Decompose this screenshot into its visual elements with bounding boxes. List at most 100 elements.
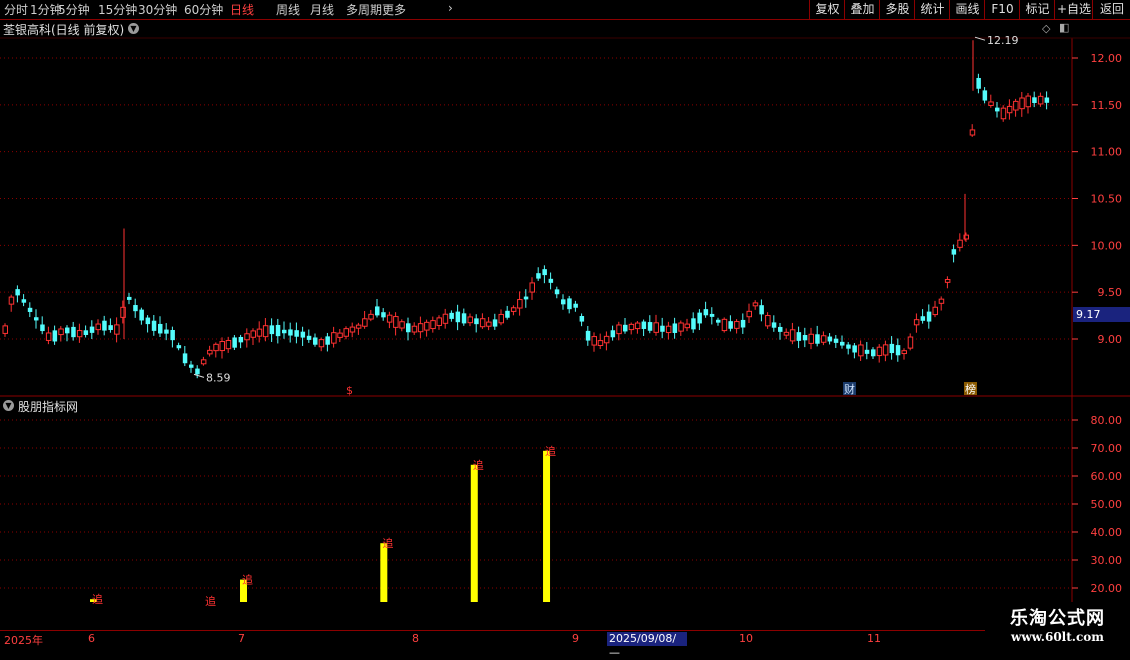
current-price-tag: 9.17 bbox=[1073, 307, 1130, 322]
candle-body-down bbox=[740, 319, 746, 328]
indicator-title: 股朋指标网 bbox=[18, 400, 79, 414]
candle-body-down bbox=[864, 349, 870, 354]
candle-body-up bbox=[337, 332, 343, 338]
candle-body-up bbox=[120, 306, 126, 318]
candle-body-up bbox=[424, 321, 430, 331]
price-axis-label: 9.50 bbox=[1098, 286, 1123, 299]
ranking-marker[interactable]: 榜 bbox=[965, 382, 976, 396]
diamond-icon[interactable]: ◇ bbox=[1042, 22, 1050, 35]
candle-body-down bbox=[406, 323, 411, 333]
indicator-axis-label: 40.00 bbox=[1091, 526, 1123, 539]
dividend-marker[interactable]: $ bbox=[346, 384, 353, 397]
candle-body-up bbox=[467, 316, 473, 324]
candle-body-up bbox=[486, 321, 492, 327]
candle-body-up bbox=[95, 323, 101, 331]
indicator-bar-label: 追 bbox=[92, 592, 103, 606]
candle-body-down bbox=[995, 107, 1000, 112]
candle-body-down bbox=[982, 90, 988, 101]
candle-body-up bbox=[944, 279, 951, 283]
candle-body-down bbox=[15, 289, 20, 296]
indicator-bar-label: 追 bbox=[382, 536, 393, 550]
candle-body-up bbox=[783, 331, 790, 336]
candle-body-up bbox=[876, 346, 883, 357]
indicator-bar-label: 追 bbox=[205, 594, 216, 608]
candle-body-down bbox=[27, 307, 33, 312]
candle-body-down bbox=[108, 325, 113, 330]
chevron-down-icon[interactable]: ▼ bbox=[3, 400, 14, 411]
candle-body-up bbox=[256, 328, 263, 337]
indicator-bar-label: 追 bbox=[242, 573, 253, 587]
indicator-bar bbox=[380, 543, 388, 602]
candle-body-down bbox=[840, 341, 845, 346]
candle-body-up bbox=[820, 335, 827, 343]
candle-body-down bbox=[561, 299, 566, 305]
candle-body-down bbox=[579, 316, 585, 322]
candle-body-up bbox=[789, 329, 796, 342]
candle-body-up bbox=[442, 313, 449, 324]
candle-body-down bbox=[554, 289, 560, 295]
candle-body-down bbox=[195, 368, 200, 375]
candle-body-up bbox=[517, 299, 523, 309]
candle-body-up bbox=[318, 339, 325, 348]
candle-body-down bbox=[833, 338, 839, 343]
candle-body-up bbox=[225, 339, 232, 350]
candle-body-down bbox=[716, 319, 721, 323]
finance-marker[interactable]: 财 bbox=[844, 382, 855, 396]
chevron-down-icon[interactable]: ▼ bbox=[128, 23, 139, 34]
candle-body-down bbox=[827, 336, 833, 342]
candle-body-down bbox=[83, 330, 89, 335]
candle-body-up bbox=[368, 313, 374, 320]
candle-body-down bbox=[895, 345, 901, 356]
price-axis-label: 10.50 bbox=[1091, 193, 1123, 206]
candle-body-up bbox=[436, 317, 442, 326]
candle-body-down bbox=[728, 321, 733, 329]
candle-body-down bbox=[145, 317, 151, 325]
candle-body-up bbox=[430, 320, 436, 330]
candle-body-up bbox=[653, 322, 659, 333]
month-label: 10 bbox=[739, 632, 753, 645]
candle-body-down bbox=[542, 269, 547, 276]
candle-body-down bbox=[139, 309, 144, 321]
candle-body-down bbox=[170, 330, 175, 341]
candle-body-up bbox=[1019, 97, 1025, 110]
date-cursor-label: 2025/09/08/— bbox=[607, 632, 687, 659]
candle-body-down bbox=[623, 324, 628, 332]
high-label: 12.19 bbox=[987, 34, 1019, 47]
candle-body-down bbox=[703, 309, 709, 316]
candle-body-up bbox=[858, 344, 864, 357]
candle-body-up bbox=[907, 336, 914, 349]
candle-body-down bbox=[771, 322, 777, 328]
candle-body-down bbox=[89, 326, 95, 333]
indicator-bar-label: 追 bbox=[473, 458, 484, 472]
panel-toggle-icon[interactable]: ◧ bbox=[1059, 21, 1069, 34]
candle-body-up bbox=[678, 322, 684, 332]
candle-body-down bbox=[759, 305, 764, 315]
indicator-axis-label: 80.00 bbox=[1091, 414, 1123, 427]
candle-body-down bbox=[65, 327, 70, 334]
candle-body-up bbox=[1000, 107, 1007, 120]
candle-body-up bbox=[362, 318, 368, 327]
candle-body-down bbox=[461, 313, 467, 324]
candle-body-up bbox=[399, 321, 405, 329]
candle-body-down bbox=[1032, 97, 1037, 104]
candle-body-down bbox=[449, 312, 454, 319]
candle-body-up bbox=[479, 318, 486, 328]
candle-body-down bbox=[505, 310, 510, 318]
candle-body-down bbox=[610, 330, 616, 338]
candle-body-up bbox=[721, 318, 728, 332]
indicator-axis-label: 60.00 bbox=[1091, 470, 1123, 483]
candle-body-down bbox=[709, 313, 715, 317]
candle-body-down bbox=[313, 337, 318, 345]
candle-body-up bbox=[343, 328, 349, 337]
month-label: 7 bbox=[238, 632, 245, 645]
candle-body-up bbox=[262, 325, 269, 338]
candle-body-down bbox=[21, 299, 27, 303]
time-axis: 2025年 6 7 8 9 2025/09/08/— 10 11 bbox=[0, 630, 1130, 659]
candle-body-down bbox=[306, 335, 312, 340]
candle-body-down bbox=[585, 330, 591, 341]
candle-body-down bbox=[778, 326, 783, 332]
candle-body-down bbox=[926, 311, 932, 322]
price-axis-label: 11.50 bbox=[1091, 99, 1123, 112]
candle-body-up bbox=[411, 325, 418, 333]
month-label: 8 bbox=[412, 632, 419, 645]
